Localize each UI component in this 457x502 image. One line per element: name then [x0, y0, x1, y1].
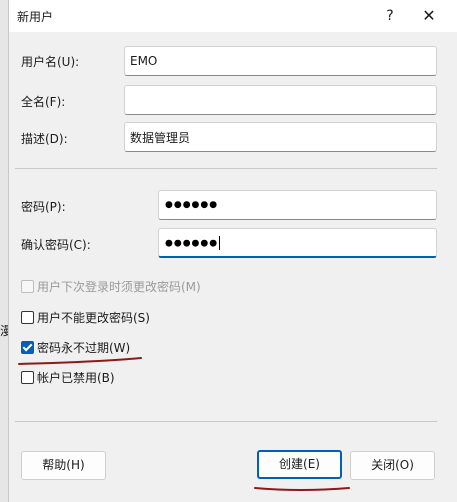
underline-annotation [18, 357, 142, 365]
close-icon[interactable]: ✕ [417, 5, 441, 27]
text-caret [219, 235, 221, 250]
description-label: 描述(D): [21, 132, 68, 146]
option-change-password-next-logon[interactable]: 用户下次登录时须更改密码(M) [21, 278, 201, 294]
fullname-label: 全名(F): [21, 95, 66, 109]
background-window-edge [0, 0, 8, 502]
checkbox-label: 用户不能更改密码(S) [37, 310, 150, 325]
checkbox[interactable] [21, 370, 34, 384]
underline-annotation [254, 487, 350, 491]
checkbox[interactable] [21, 279, 34, 293]
option-account-disabled[interactable]: 帐户已禁用(B) [21, 369, 115, 385]
option-cannot-change-password[interactable]: 用户不能更改密码(S) [21, 309, 150, 325]
checkbox-label: 用户下次登录时须更改密码(M) [37, 279, 201, 294]
password-label: 密码(P): [21, 200, 66, 214]
help-icon[interactable]: ? [378, 5, 402, 27]
checkbox-label: 密码永不过期(W) [37, 340, 131, 355]
username-field[interactable] [124, 46, 437, 76]
divider-top [15, 168, 437, 169]
divider-bottom [15, 421, 437, 422]
username-label: 用户名(U): [21, 55, 80, 69]
window-title: 新用户 [17, 10, 54, 24]
new-user-dialog: 新用户 ? ✕ 用户名(U): 全名(F): 描述(D): 密码(P): ●●●… [8, 0, 457, 502]
title-bar: 新用户 ? ✕ [9, 0, 457, 32]
close-button[interactable]: 关闭(O) [350, 451, 435, 480]
checkbox[interactable] [21, 310, 34, 324]
fullname-field[interactable] [124, 85, 437, 115]
help-button[interactable]: 帮助(H) [21, 451, 106, 480]
checkbox-checked[interactable] [21, 340, 34, 354]
create-button[interactable]: 创建(E) [257, 450, 342, 479]
password-mask: ●●●●●● [165, 200, 219, 210]
confirm-password-label: 确认密码(C): [21, 238, 91, 252]
password-field[interactable]: ●●●●●● [158, 190, 437, 220]
checkbox-label: 帐户已禁用(B) [37, 370, 115, 385]
confirm-password-field[interactable]: ●●●●●● [158, 228, 437, 258]
description-field[interactable] [124, 122, 437, 152]
confirm-password-mask: ●●●●●● [165, 238, 219, 248]
option-password-never-expires[interactable]: 密码永不过期(W) [21, 339, 130, 355]
